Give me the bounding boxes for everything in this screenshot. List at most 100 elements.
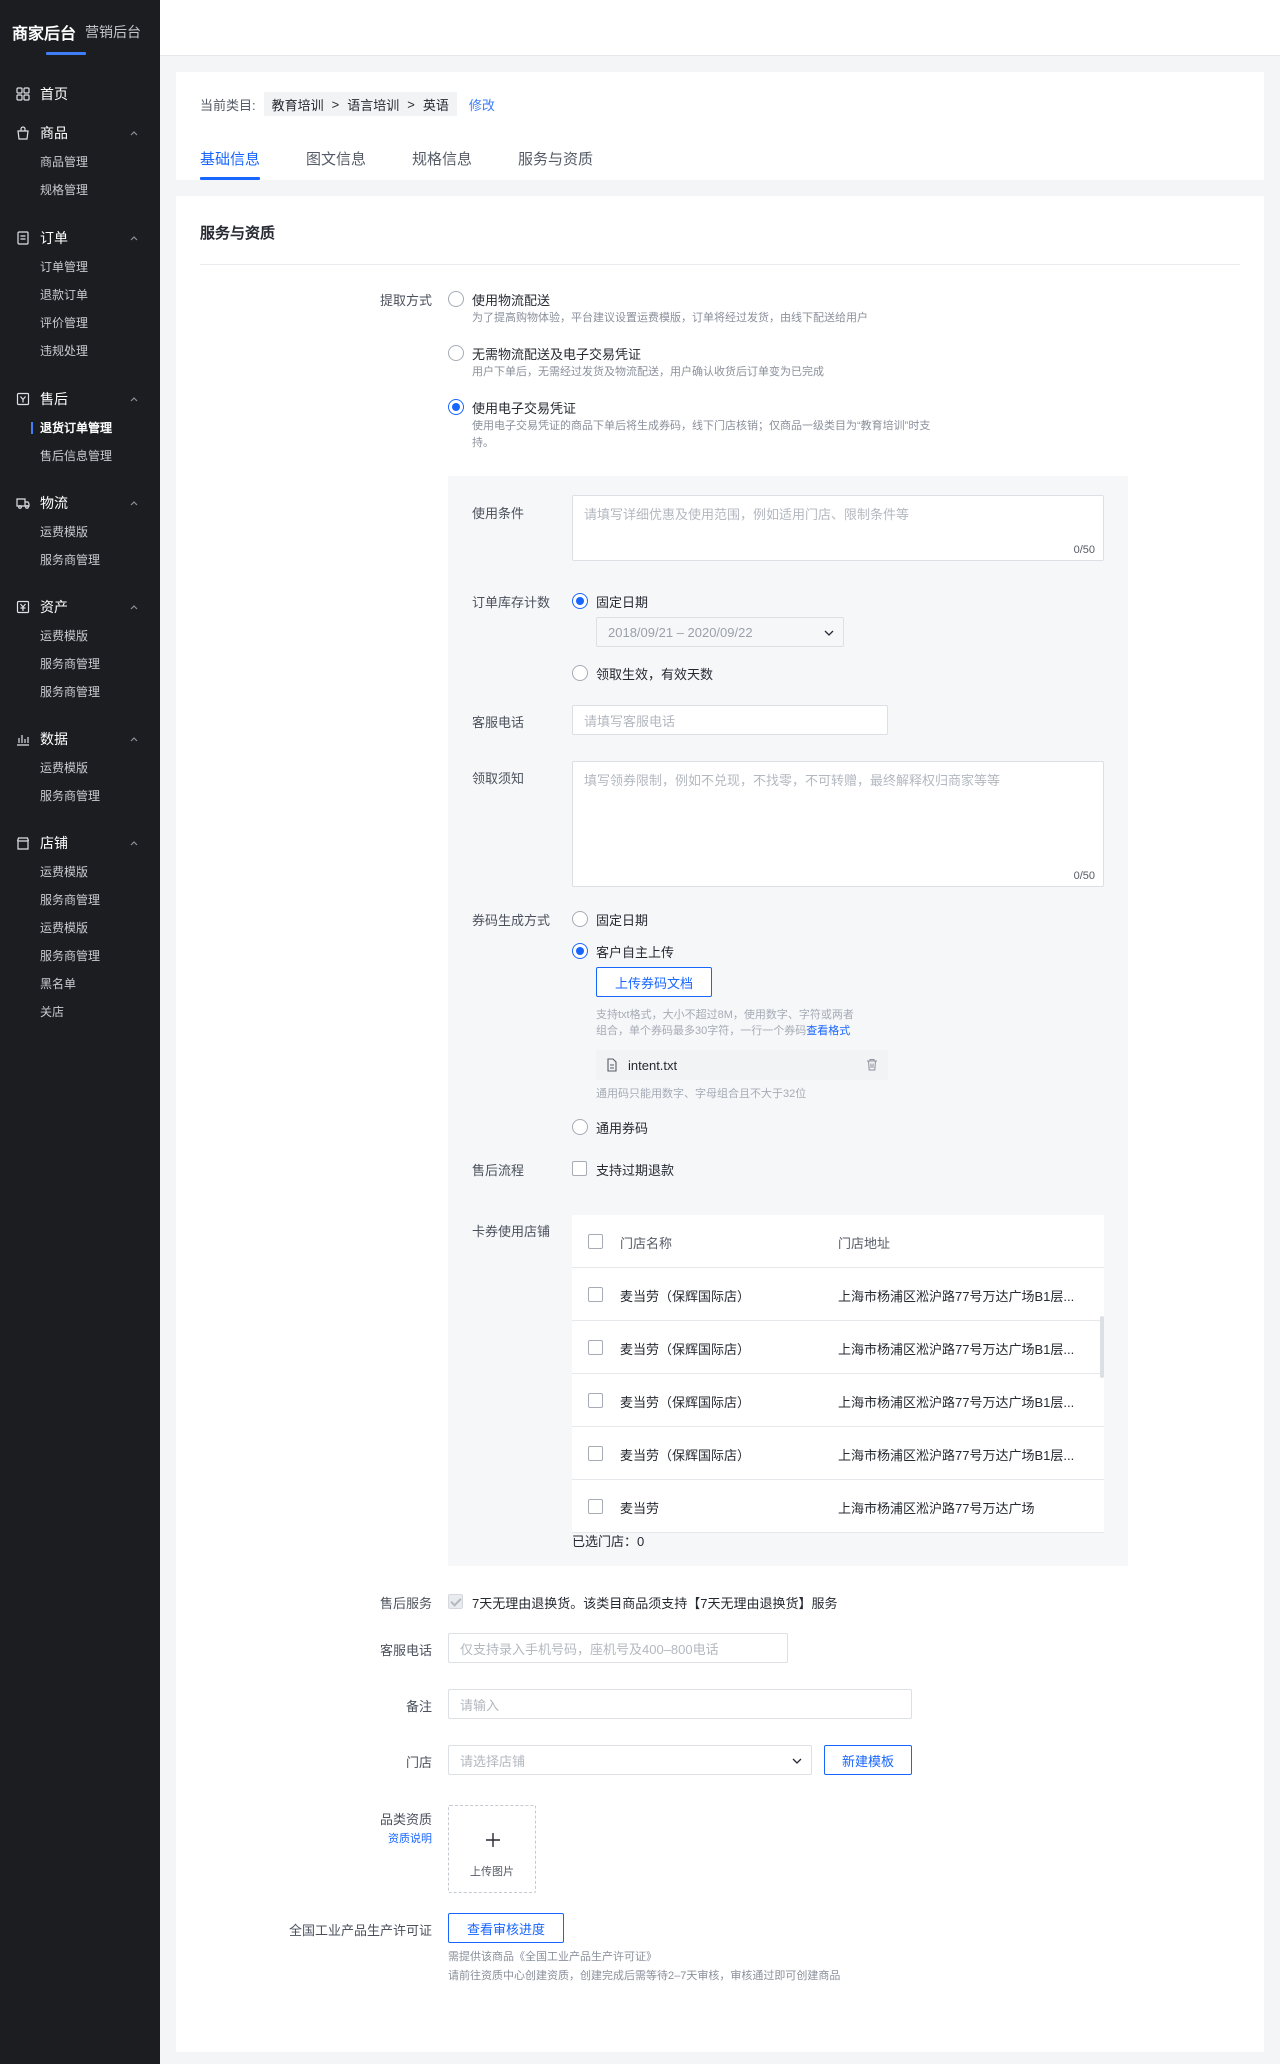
row-checkbox[interactable] xyxy=(588,1499,603,1514)
sidebar-item-refund-orders[interactable]: 退款订单 xyxy=(0,281,160,309)
sidebar-item-violation[interactable]: 违规处理 xyxy=(0,337,160,365)
sidebar-item-freight-template[interactable]: 运费模版 xyxy=(0,754,160,782)
qualification-help-link[interactable]: 资质说明 xyxy=(232,1830,432,1846)
select-all-checkbox[interactable] xyxy=(588,1234,603,1249)
phone-input[interactable]: 仅支持录入手机号码，座机号及400–800电话 xyxy=(448,1633,788,1663)
delete-icon[interactable] xyxy=(866,1058,878,1071)
sidebar-item-provider-manage[interactable]: 服务商管理 xyxy=(0,942,160,970)
sidebar-item-order-manage[interactable]: 订单管理 xyxy=(0,253,160,281)
stock-fixed-radio[interactable] xyxy=(572,593,588,609)
tab-service-qualification[interactable]: 服务与资质 xyxy=(518,148,593,180)
brand-marketing-tab[interactable]: 营销后台 xyxy=(85,20,141,42)
date-range-value: 2018/09/21 – 2020/09/22 xyxy=(608,624,753,640)
upload-hint: 支持txt格式，大小不超过8M，使用数字、字符或两者 xyxy=(596,1009,854,1021)
remark-placeholder: 请输入 xyxy=(460,1697,500,1713)
store-name: 麦当劳（保辉国际店） xyxy=(620,1448,751,1463)
sidebar-item-provider-manage[interactable]: 服务商管理 xyxy=(0,886,160,914)
nav-group-header[interactable]: 资产 xyxy=(0,592,160,622)
sidebar-item-close-store[interactable]: 关店 xyxy=(0,998,160,1026)
sidebar-item-provider-manage[interactable]: 服务商管理 xyxy=(0,678,160,706)
remark-input[interactable]: 请输入 xyxy=(448,1689,912,1719)
pickup-voucher-desc: 使用电子交易凭证的商品下单后将生成券码，线下门店核销；仅商品一级类目为“教育培训… xyxy=(472,420,931,432)
grid-icon xyxy=(16,87,30,101)
sidebar-item-provider-manage[interactable]: 服务商管理 xyxy=(0,546,160,574)
pickup-no-logistics-desc: 用户下单后，无需经过发货及物流配送，用户确认收货后订单变为已完成 xyxy=(472,366,824,378)
category-label: 当前类目: xyxy=(200,97,256,113)
nav-home[interactable]: 首页 xyxy=(0,79,160,109)
selected-stores-count: 已选门店：0 xyxy=(572,1534,645,1549)
nav-group-aftersale: 售后 退货订单管理 售后信息管理 xyxy=(0,384,160,470)
date-range-picker[interactable]: 2018/09/21 – 2020/09/22 xyxy=(596,617,844,647)
table-row[interactable]: 麦当劳（保辉国际店） 上海市杨浦区淞沪路77号万达广场B1层... xyxy=(572,1374,1104,1427)
table-row[interactable]: 麦当劳 上海市杨浦区淞沪路77号万达广场 xyxy=(572,1480,1104,1533)
row-checkbox[interactable] xyxy=(588,1340,603,1355)
store-select[interactable]: 请选择店铺 xyxy=(448,1745,812,1775)
sidebar-item-provider-manage[interactable]: 服务商管理 xyxy=(0,782,160,810)
nav-group-header[interactable]: 订单 xyxy=(0,223,160,253)
chart-icon xyxy=(17,735,29,746)
pickup-no-logistics-radio[interactable] xyxy=(448,345,464,361)
table-row[interactable]: 麦当劳（保辉国际店） 上海市杨浦区淞沪路77号万达广场B1层... xyxy=(572,1321,1104,1374)
sidebar-item-review-manage[interactable]: 评价管理 xyxy=(0,309,160,337)
code-general-text: 通用券码 xyxy=(596,1121,649,1136)
usage-textarea[interactable]: 请填写详细优惠及使用范围，例如适用门店、限制条件等 0/50 xyxy=(572,495,1104,561)
column-header-store-address: 门店地址 xyxy=(838,1236,891,1251)
code-upload-radio[interactable] xyxy=(572,943,588,959)
category-level-3: 英语 xyxy=(422,97,449,113)
sidebar-item-return-orders[interactable]: 退货订单管理 xyxy=(0,414,160,442)
upload-image-box[interactable]: 上传图片 xyxy=(448,1805,536,1893)
code-general-radio[interactable] xyxy=(572,1119,588,1135)
expired-refund-checkbox[interactable] xyxy=(572,1161,587,1176)
voucher-settings-panel: 使用条件 请填写详细优惠及使用范围，例如适用门店、限制条件等 0/50 订单库存… xyxy=(448,476,1128,1566)
sidebar-item-aftersale-info[interactable]: 售后信息管理 xyxy=(0,442,160,470)
brand-merchant-tab[interactable]: 商家后台 xyxy=(12,20,76,44)
chevron-up-icon xyxy=(130,501,138,506)
sidebar-item-provider-manage[interactable]: 服务商管理 xyxy=(0,650,160,678)
table-row[interactable]: 麦当劳（保辉国际店） 上海市杨浦区淞沪路77号万达广场B1层... xyxy=(572,1268,1104,1321)
nav-group-header[interactable]: 店铺 xyxy=(0,828,160,858)
sidebar-item-freight-template[interactable]: 运费模版 xyxy=(0,518,160,546)
sidebar-item-blacklist[interactable]: 黑名单 xyxy=(0,970,160,998)
upload-code-button[interactable]: 上传券码文档 xyxy=(596,967,712,997)
top-bar xyxy=(160,0,1280,56)
new-template-button[interactable]: 新建模板 xyxy=(824,1745,912,1775)
sidebar-item-freight-template[interactable]: 运费模版 xyxy=(0,914,160,942)
view-review-progress-button[interactable]: 查看审核进度 xyxy=(448,1913,564,1943)
nav-group-header[interactable]: 商品 xyxy=(0,118,160,148)
chevron-down-icon xyxy=(824,630,834,636)
row-checkbox[interactable] xyxy=(588,1446,603,1461)
service-phone-input[interactable]: 请填写客服电话 xyxy=(572,705,888,735)
sidebar-item-freight-template[interactable]: 运费模版 xyxy=(0,858,160,886)
nav-group-header[interactable]: 物流 xyxy=(0,488,160,518)
notice-textarea[interactable]: 填写领券限制，例如不兑现，不找零，不可转赠，最终解释权归商家等等 0/50 xyxy=(572,761,1104,887)
shopping-bag-icon xyxy=(17,126,29,140)
code-fixed-radio[interactable] xyxy=(572,911,588,927)
upload-hint-text: 组合，单个券码最多30字符，一行一个券码 xyxy=(596,1025,807,1037)
table-row[interactable]: 麦当劳（保辉国际店） 上海市杨浦区淞沪路77号万达广场B1层... xyxy=(572,1427,1104,1480)
nav-group-header[interactable]: 数据 xyxy=(0,724,160,754)
tab-spec-info[interactable]: 规格信息 xyxy=(412,148,472,180)
section-divider xyxy=(200,264,1240,265)
view-format-link[interactable]: 查看格式 xyxy=(806,1025,850,1037)
stock-days-radio[interactable] xyxy=(572,665,588,681)
sidebar-item-freight-template[interactable]: 运费模版 xyxy=(0,622,160,650)
chevron-up-icon xyxy=(130,841,138,846)
row-checkbox[interactable] xyxy=(588,1287,603,1302)
row-checkbox[interactable] xyxy=(588,1393,603,1408)
tab-rich-content[interactable]: 图文信息 xyxy=(306,148,366,180)
sidebar-item-spec-manage[interactable]: 规格管理 xyxy=(0,176,160,204)
nav-group-header[interactable]: 售后 xyxy=(0,384,160,414)
edit-category-link[interactable]: 修改 xyxy=(469,95,495,114)
aftersale-label: 售后流程 xyxy=(472,1163,525,1178)
notice-placeholder: 填写领券限制，例如不兑现，不找零，不可转赠，最终解释权归商家等等 xyxy=(584,773,1001,788)
category-breadcrumb: 当前类目: 教育培训 > 语言培训 > 英语 修改 xyxy=(200,92,495,116)
category-level-2: 语言培训 xyxy=(347,97,400,113)
file-hint: 通用码只能用数字、字母组合且不大于32位 xyxy=(596,1088,807,1100)
sidebar-item-goods-manage[interactable]: 商品管理 xyxy=(0,148,160,176)
pickup-voucher-title: 使用电子交易凭证 xyxy=(472,401,577,416)
table-scrollbar[interactable] xyxy=(1100,1316,1104,1378)
pickup-voucher-radio[interactable] xyxy=(448,399,464,415)
tab-basic-info[interactable]: 基础信息 xyxy=(200,148,261,180)
pickup-logistics-desc: 为了提高购物体验，平台建议设置运费模版，订单将经过发货，由线下配送给用户 xyxy=(472,312,868,324)
pickup-logistics-radio[interactable] xyxy=(448,291,464,307)
